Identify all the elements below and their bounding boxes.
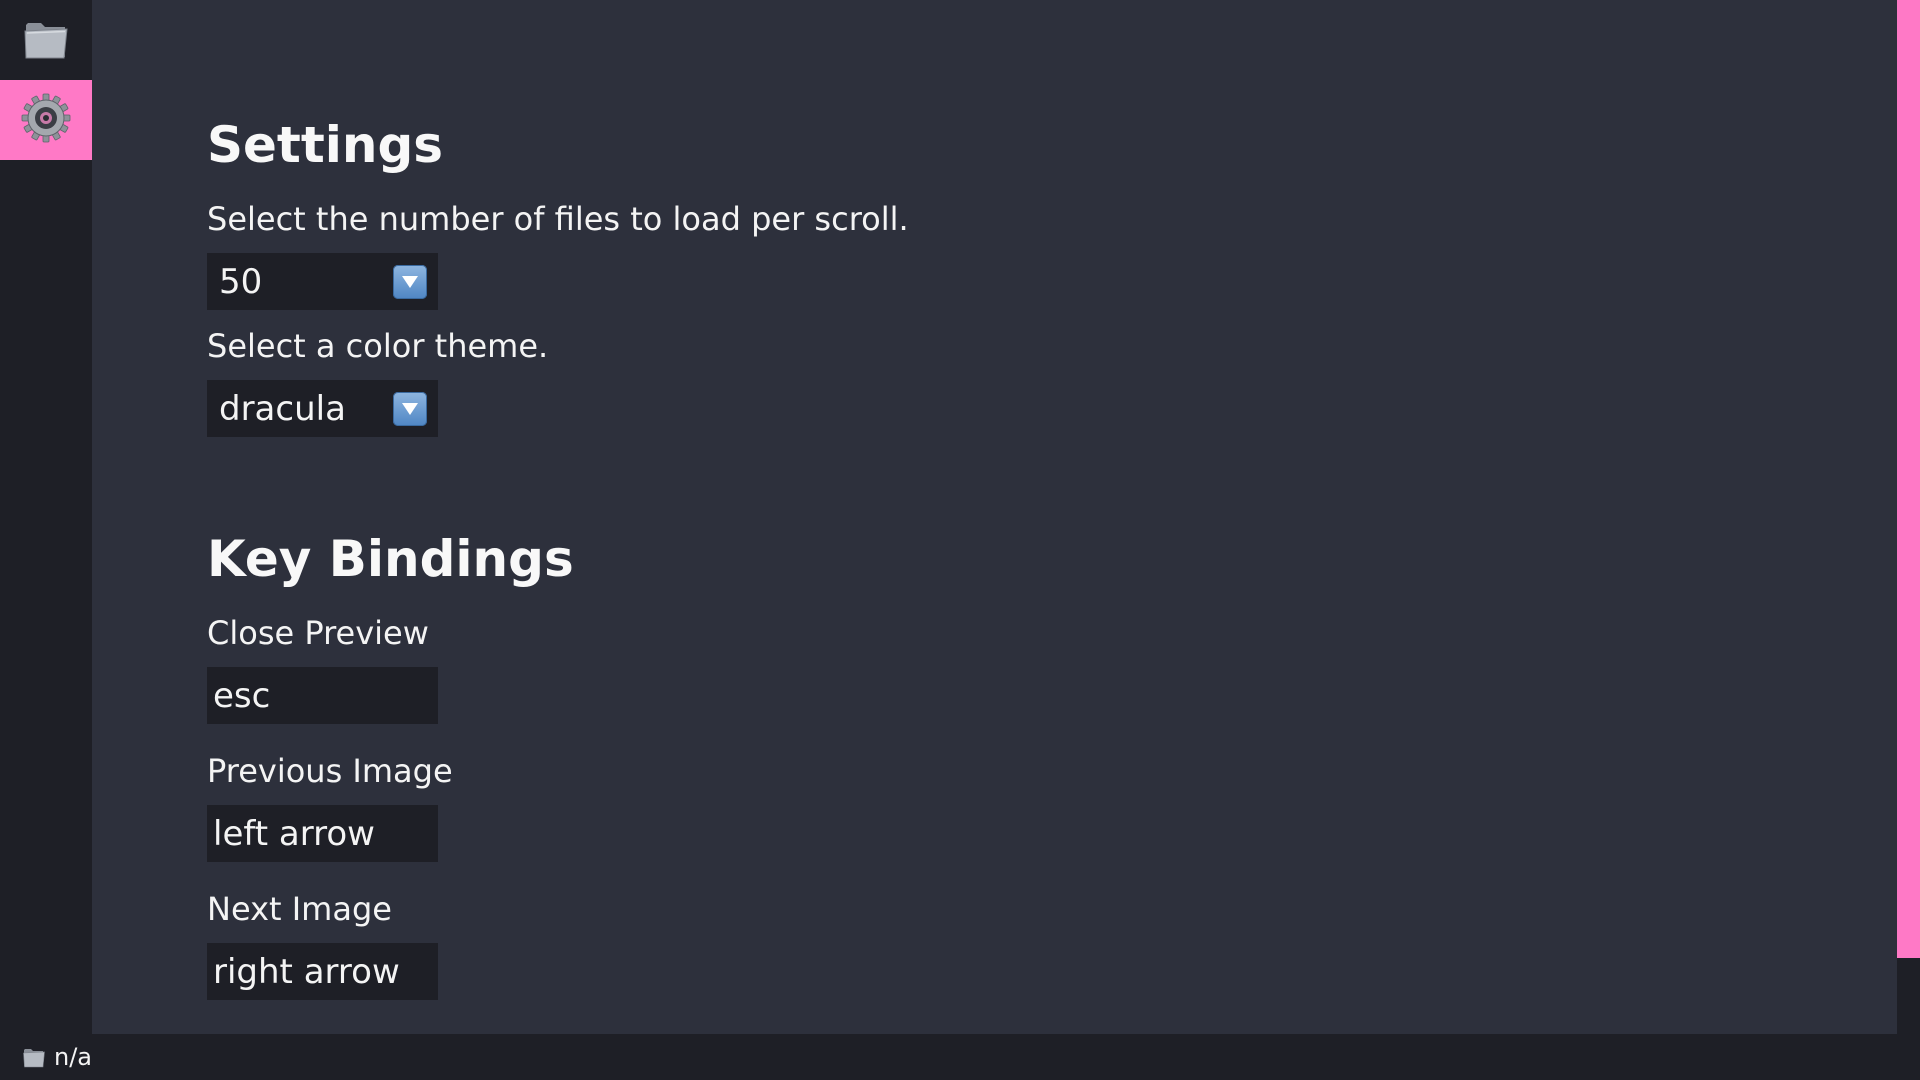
scrollbar-thumb[interactable] [1897,0,1920,958]
settings-title: Settings [207,116,444,174]
next-image-value: right arrow [213,951,400,992]
files-per-scroll-select[interactable]: 50 [207,253,438,310]
color-theme-label: Select a color theme. [207,327,549,365]
sidebar [0,0,92,1034]
previous-image-value: left arrow [213,813,375,854]
sidebar-item-settings[interactable] [0,80,92,160]
chevron-down-icon[interactable] [393,264,427,299]
previous-image-label: Previous Image [207,752,453,790]
folder-icon [22,1046,46,1068]
chevron-down-icon[interactable] [393,391,427,426]
close-preview-input[interactable]: esc [207,667,438,724]
close-preview-label: Close Preview [207,614,429,652]
close-preview-value: esc [213,675,271,716]
status-text: n/a [54,1043,93,1071]
color-theme-value: dracula [219,388,346,429]
files-per-scroll-label: Select the number of files to load per s… [207,200,909,238]
color-theme-select[interactable]: dracula [207,380,438,437]
files-per-scroll-value: 50 [219,261,263,302]
status-bar: n/a [0,1034,1920,1080]
next-image-input[interactable]: right arrow [207,943,438,1000]
previous-image-input[interactable]: left arrow [207,805,438,862]
folder-icon [21,13,71,67]
next-image-label: Next Image [207,890,392,928]
gear-icon [20,92,72,148]
key-bindings-title: Key Bindings [207,530,574,588]
sidebar-item-files[interactable] [0,0,92,80]
